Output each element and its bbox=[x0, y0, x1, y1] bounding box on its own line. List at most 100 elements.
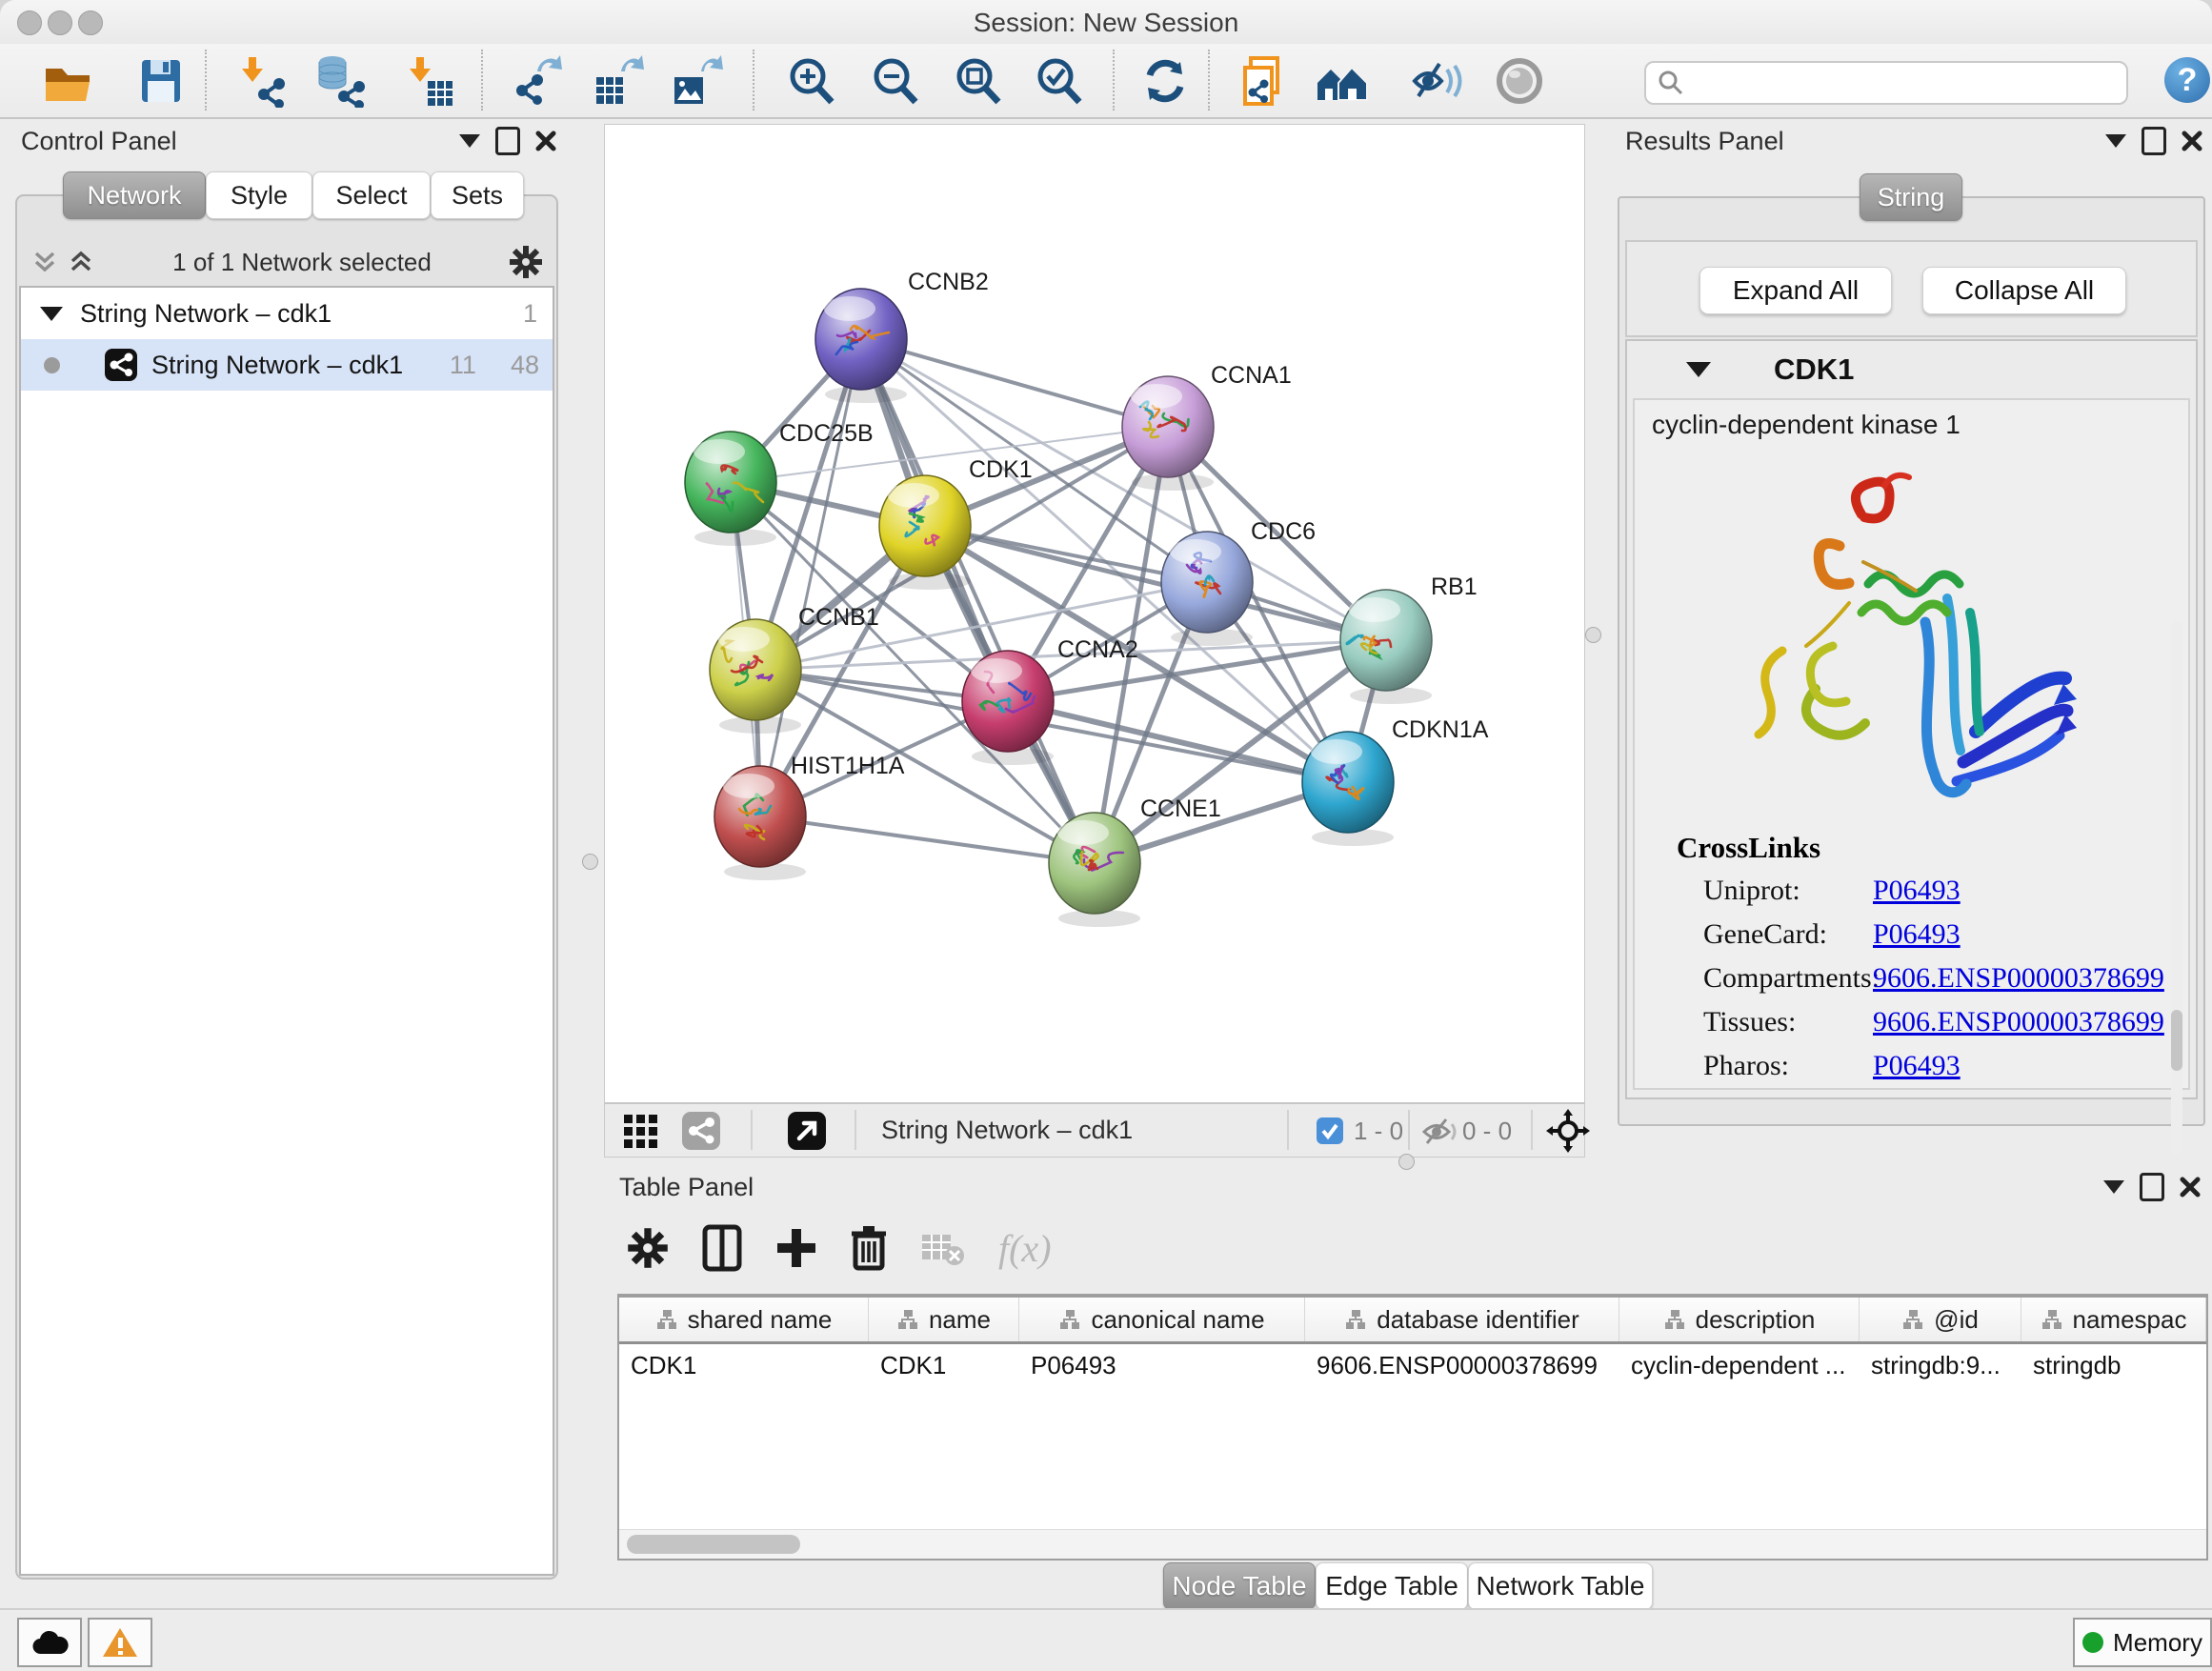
collapse-all-button[interactable]: Collapse All bbox=[1922, 267, 2126, 314]
export-network-icon[interactable] bbox=[507, 51, 566, 111]
network-node-CDK1[interactable] bbox=[879, 475, 971, 576]
tab-edge-table[interactable]: Edge Table bbox=[1316, 1562, 1468, 1610]
network-node-CDC25B[interactable] bbox=[685, 432, 776, 533]
crosslink-link[interactable]: 9606.ENSP00000378699 bbox=[1873, 1006, 2164, 1038]
table-cell[interactable]: cyclin-dependent ... bbox=[1619, 1344, 1860, 1386]
network-view[interactable]: CCNB2CCNA1CDC25BCDK1CDC6RB1CCNB1CCNA2CDK… bbox=[604, 124, 1585, 1158]
selected-checkbox-icon[interactable] bbox=[1316, 1117, 1344, 1145]
import-network-database-icon[interactable] bbox=[310, 51, 369, 111]
fit-crosshair-icon[interactable] bbox=[1546, 1109, 1590, 1153]
panel-menu-icon[interactable] bbox=[2105, 134, 2126, 148]
import-table-icon[interactable] bbox=[400, 51, 459, 111]
table-cell[interactable]: CDK1 bbox=[869, 1344, 1019, 1386]
tab-select[interactable]: Select bbox=[312, 171, 431, 219]
network-node-CDC6[interactable] bbox=[1161, 532, 1253, 633]
network-node-CCNB2[interactable] bbox=[815, 289, 907, 390]
network-edge[interactable] bbox=[1008, 701, 1348, 782]
crosslink-link[interactable]: 9606.ENSP00000378699 bbox=[1873, 962, 2164, 995]
tab-sets[interactable]: Sets bbox=[431, 171, 524, 219]
table-hscroll-thumb[interactable] bbox=[627, 1535, 800, 1554]
show-columns-icon[interactable] bbox=[701, 1224, 743, 1272]
results-scrollbar-track[interactable] bbox=[2171, 621, 2182, 1155]
minimize-window-button[interactable] bbox=[48, 10, 72, 35]
export-image-icon[interactable] bbox=[667, 51, 726, 111]
zoom-out-icon[interactable] bbox=[865, 51, 924, 111]
panel-menu-icon[interactable] bbox=[2103, 1180, 2124, 1194]
collapse-all-icon[interactable] bbox=[30, 248, 59, 276]
network-node-CCNA2[interactable] bbox=[962, 651, 1054, 752]
column-header-namespac[interactable]: namespac bbox=[2021, 1298, 2206, 1341]
column-header-@id[interactable]: @id bbox=[1860, 1298, 2021, 1341]
network-canvas[interactable]: CCNB2CCNA1CDC25BCDK1CDC6RB1CCNB1CCNA2CDK… bbox=[605, 125, 1584, 1102]
refresh-layout-icon[interactable] bbox=[1136, 51, 1195, 111]
search-input[interactable] bbox=[1692, 68, 2126, 99]
network-node-CDKN1A[interactable] bbox=[1302, 732, 1394, 833]
tab-string[interactable]: String bbox=[1860, 173, 1962, 221]
collapse-arrow-icon[interactable] bbox=[40, 307, 63, 321]
column-header-description[interactable]: description bbox=[1619, 1298, 1860, 1341]
table-cell[interactable]: P06493 bbox=[1019, 1344, 1305, 1386]
float-panel-icon[interactable] bbox=[495, 127, 520, 155]
table-cell[interactable]: stringdb bbox=[2021, 1344, 2206, 1386]
column-header-canonical-name[interactable]: canonical name bbox=[1019, 1298, 1305, 1341]
table-row[interactable]: CDK1CDK1P064939606.ENSP00000378699cyclin… bbox=[619, 1344, 2206, 1386]
tab-network[interactable]: Network bbox=[63, 171, 206, 219]
close-panel-icon[interactable] bbox=[2180, 1177, 2201, 1198]
warnings-button[interactable] bbox=[88, 1618, 152, 1667]
results-scrollbar-thumb[interactable] bbox=[2171, 1010, 2182, 1071]
welcome-screen-icon[interactable] bbox=[1313, 51, 1372, 111]
right-splitter-handle[interactable] bbox=[1585, 627, 1601, 643]
network-row[interactable]: String Network – cdk1 11 48 bbox=[21, 339, 553, 391]
network-edge[interactable] bbox=[861, 339, 1168, 427]
open-session-icon[interactable] bbox=[38, 51, 97, 111]
tab-network-table[interactable]: Network Table bbox=[1468, 1562, 1653, 1610]
network-node-CCNA1[interactable] bbox=[1122, 376, 1214, 477]
network-edge[interactable] bbox=[760, 816, 1095, 863]
network-node-HIST1H1A[interactable] bbox=[714, 766, 806, 867]
help-icon[interactable]: ? bbox=[2164, 57, 2210, 103]
expand-all-icon[interactable] bbox=[67, 248, 95, 276]
network-node-CCNB1[interactable] bbox=[710, 619, 801, 720]
network-mode-icon[interactable] bbox=[681, 1111, 721, 1151]
network-collection-row[interactable]: String Network – cdk1 1 bbox=[21, 288, 553, 339]
tab-node-table[interactable]: Node Table bbox=[1163, 1562, 1316, 1610]
network-node-RB1[interactable] bbox=[1340, 590, 1432, 691]
bottom-splitter-handle[interactable] bbox=[1398, 1154, 1415, 1170]
detach-view-icon[interactable] bbox=[787, 1111, 827, 1151]
zoom-fit-icon[interactable] bbox=[948, 51, 1007, 111]
search-field[interactable] bbox=[1644, 61, 2128, 105]
table-hscrollbar[interactable] bbox=[619, 1529, 2206, 1559]
memory-button[interactable]: Memory bbox=[2073, 1618, 2212, 1667]
clone-network-icon[interactable] bbox=[1235, 51, 1294, 111]
table-cell[interactable]: 9606.ENSP00000378699 bbox=[1305, 1344, 1619, 1386]
column-header-name[interactable]: name bbox=[869, 1298, 1019, 1341]
crosslink-link[interactable]: P06493 bbox=[1873, 918, 1961, 951]
grid-mode-icon[interactable] bbox=[622, 1111, 662, 1151]
graphics-details-icon[interactable] bbox=[1490, 51, 1549, 111]
add-column-icon[interactable] bbox=[775, 1227, 817, 1269]
column-header-database-identifier[interactable]: database identifier bbox=[1305, 1298, 1619, 1341]
delete-table-icon[interactable] bbox=[920, 1229, 966, 1267]
cloud-status-button[interactable] bbox=[17, 1618, 82, 1667]
left-splitter-handle[interactable] bbox=[582, 854, 598, 870]
crosslink-link[interactable]: P06493 bbox=[1873, 875, 1961, 907]
collapse-arrow-icon[interactable] bbox=[1686, 362, 1711, 377]
float-panel-icon[interactable] bbox=[2140, 1173, 2164, 1201]
hide-details-icon[interactable] bbox=[1406, 51, 1465, 111]
export-table-icon[interactable] bbox=[589, 51, 648, 111]
network-edge[interactable] bbox=[861, 339, 1095, 863]
network-edge[interactable] bbox=[760, 339, 861, 816]
network-node-CCNE1[interactable] bbox=[1049, 813, 1140, 914]
close-panel-icon[interactable] bbox=[535, 131, 556, 151]
crosslink-link[interactable]: P06493 bbox=[1873, 1050, 1961, 1082]
hidden-eye-icon[interactable] bbox=[1420, 1116, 1458, 1148]
column-header-shared-name[interactable]: shared name bbox=[619, 1298, 869, 1341]
zoom-in-icon[interactable] bbox=[781, 51, 840, 111]
zoom-window-button[interactable] bbox=[78, 10, 103, 35]
float-panel-icon[interactable] bbox=[2142, 127, 2166, 155]
zoom-selected-icon[interactable] bbox=[1029, 51, 1088, 111]
close-panel-icon[interactable] bbox=[2182, 131, 2202, 151]
save-session-icon[interactable] bbox=[131, 51, 191, 111]
function-builder-icon[interactable]: f(x) bbox=[998, 1226, 1052, 1271]
table-options-gear-icon[interactable] bbox=[627, 1227, 669, 1269]
